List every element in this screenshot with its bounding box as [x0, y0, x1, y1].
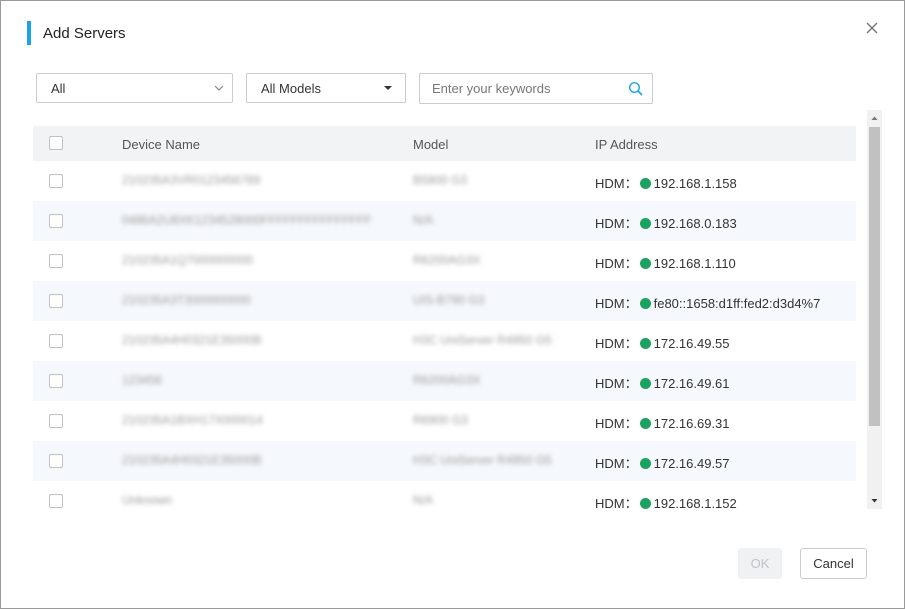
ip-address: 192.168.1.110: [653, 256, 736, 271]
close-icon[interactable]: [863, 19, 881, 37]
servers-table: Device Name Model IP Address 210235A3VR0…: [33, 126, 856, 509]
model-select[interactable]: All Models: [246, 73, 406, 103]
row-checkbox[interactable]: [49, 454, 63, 468]
ip-address-cell: HDM： 192.168.1.152: [595, 493, 737, 509]
ip-address-cell: HDM： 172.16.49.57: [595, 453, 730, 472]
ip-prefix: HDM：: [595, 176, 638, 191]
table-row[interactable]: 210235A3T3000000000 UIS-B790 G3 HDM： fe80…: [33, 281, 856, 321]
status-dot: [639, 258, 651, 269]
search-icon[interactable]: [628, 81, 644, 97]
device-model: N/A: [413, 493, 434, 507]
ip-address: 192.168.1.152: [653, 496, 737, 509]
device-name: 210235A3T3000000000: [122, 293, 251, 307]
table-row[interactable]: 210235A1BXH17X000014 R6900 G3 HDM： 172.16…: [33, 401, 856, 441]
table-row[interactable]: 123456 R6200AG3X HDM： 172.16.49.61: [33, 361, 856, 401]
ip-address-cell: HDM： 192.168.1.158: [595, 173, 737, 192]
scroll-down-arrow-icon[interactable]: [867, 493, 882, 509]
type-select-value: All: [51, 81, 66, 96]
ip-address-cell: HDM： 172.16.69.31: [595, 413, 730, 432]
device-model: R6200AG3X: [413, 253, 481, 267]
header-ip-address: IP Address: [595, 137, 658, 152]
ip-address: 192.168.0.183: [653, 216, 737, 231]
scroll-up-arrow-icon[interactable]: [867, 110, 882, 126]
ip-address-cell: HDM： 192.168.0.183: [595, 213, 737, 232]
ip-prefix: HDM：: [595, 376, 638, 391]
row-checkbox[interactable]: [49, 254, 63, 268]
scroll-thumb[interactable]: [869, 127, 880, 426]
table-row[interactable]: 210235A4H0321E35000B H3C UniServer R4950…: [33, 441, 856, 481]
ip-prefix: HDM：: [595, 496, 638, 509]
ip-address: 192.168.1.158: [653, 176, 737, 191]
header-device-name: Device Name: [122, 137, 201, 152]
select-all-checkbox[interactable]: [49, 136, 63, 150]
device-model: H3C UniServer R4950 G5: [413, 333, 552, 347]
table-scrollbar[interactable]: [867, 110, 882, 509]
add-servers-dialog: Add Servers All All Models Device Name M…: [0, 0, 905, 609]
status-dot: [639, 298, 651, 309]
title-accent-bar: [27, 21, 31, 45]
table-row[interactable]: 210235A4H0321E35000B H3C UniServer R4950…: [33, 321, 856, 361]
device-model: R6900 G3: [413, 413, 468, 427]
model-select-value: All Models: [261, 81, 321, 96]
chevron-down-icon: [214, 85, 224, 91]
search-input[interactable]: [420, 74, 632, 103]
ip-prefix: HDM：: [595, 216, 638, 231]
row-checkbox[interactable]: [49, 374, 63, 388]
ip-address: 172.16.49.55: [653, 336, 730, 351]
header-model: Model: [413, 137, 449, 152]
device-name: 210235A1Q7000000000: [122, 253, 253, 267]
device-name: 210235A1BXH17X000014: [122, 413, 263, 427]
ip-address: 172.16.49.57: [653, 456, 730, 471]
device-name: 210235A4H0321E35000B: [122, 453, 262, 467]
cancel-button[interactable]: Cancel: [800, 548, 867, 579]
dialog-header: Add Servers: [27, 21, 126, 45]
ip-prefix: HDM：: [595, 336, 638, 351]
row-checkbox[interactable]: [49, 334, 63, 348]
status-dot: [639, 498, 651, 509]
status-dot: [639, 378, 651, 389]
ip-address: 172.16.49.61: [653, 376, 730, 391]
table-row[interactable]: 210235A1Q7000000000 R6200AG3X HDM： 192.16…: [33, 241, 856, 281]
device-name: 0486A2U8XK1234528000FFFFFFFFFFFFFFF: [122, 213, 372, 227]
ip-prefix: HDM：: [595, 416, 638, 431]
device-model: UIS-B790 G3: [413, 293, 485, 307]
device-name: Unknown: [122, 493, 173, 507]
ok-button[interactable]: OK: [738, 548, 782, 579]
row-checkbox[interactable]: [49, 414, 63, 428]
ip-prefix: HDM：: [595, 296, 638, 311]
search-box: [419, 73, 653, 104]
status-dot: [639, 218, 651, 229]
table-header: Device Name Model IP Address: [33, 126, 856, 161]
table-row[interactable]: 210235A3VR0123456789 B5800 G3 HDM： 192.16…: [33, 161, 856, 201]
ip-prefix: HDM：: [595, 456, 638, 471]
row-checkbox[interactable]: [49, 174, 63, 188]
device-model: H3C UniServer R4950 G5: [413, 453, 552, 467]
ip-address: fe80::1658:d1ff:fed2:d3d4%7: [653, 296, 821, 311]
type-select[interactable]: All: [36, 73, 233, 103]
row-checkbox[interactable]: [49, 214, 63, 228]
row-checkbox[interactable]: [49, 494, 63, 508]
ip-address-cell: HDM： fe80::1658:d1ff:fed2:d3d4%7: [595, 293, 820, 312]
device-model: N/A: [413, 213, 434, 227]
ip-address-cell: HDM： 192.168.1.110: [595, 253, 736, 272]
ip-address-cell: HDM： 172.16.49.61: [595, 373, 730, 392]
table-row[interactable]: 0486A2U8XK1234528000FFFFFFFFFFFFFFF N/A …: [33, 201, 856, 241]
device-name: 210235A3VR0123456789: [122, 173, 261, 187]
caret-down-icon: [384, 86, 392, 90]
status-dot: [639, 418, 651, 429]
device-model: B5800 G3: [413, 173, 468, 187]
ip-prefix: HDM：: [595, 256, 638, 271]
ip-address-cell: HDM： 172.16.49.55: [595, 333, 730, 352]
ip-address: 172.16.69.31: [653, 416, 730, 431]
dialog-title: Add Servers: [43, 24, 126, 42]
status-dot: [639, 338, 651, 349]
row-checkbox[interactable]: [49, 294, 63, 308]
status-dot: [639, 178, 651, 189]
device-name: 123456: [122, 373, 163, 387]
device-model: R6200AG3X: [413, 373, 481, 387]
table-row[interactable]: Unknown N/A HDM： 192.168.1.152: [33, 481, 856, 509]
device-name: 210235A4H0321E35000B: [122, 333, 262, 347]
status-dot: [639, 458, 651, 469]
